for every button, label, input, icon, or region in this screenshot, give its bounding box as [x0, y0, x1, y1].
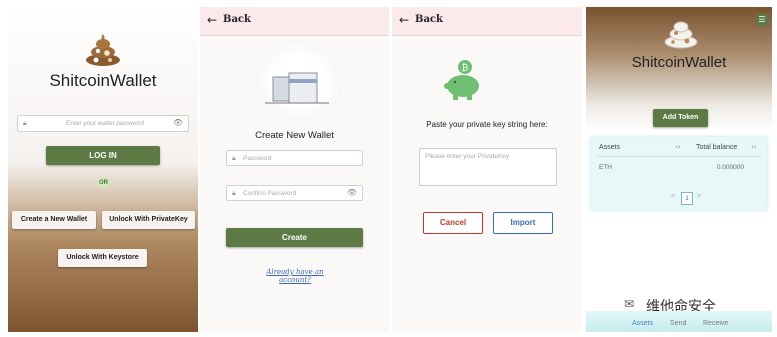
menu-icon: ☰ [758, 15, 766, 24]
bottom-nav: Assets Send Receive [586, 311, 772, 332]
current-page[interactable]: 1 [681, 192, 693, 205]
privatekey-placeholder: Please enter your PrivateKey [425, 153, 510, 160]
lock-icon: 🔒︎ [23, 119, 27, 127]
create-wallet-button[interactable]: Create a New Wallet [12, 211, 96, 229]
poop-logo-icon [86, 34, 120, 66]
assets-card: Assets ‹› Total balance ‹› ETH 0.000000 … [591, 137, 767, 210]
table-row[interactable]: ETH 0.000000 [597, 164, 761, 176]
back-arrow-icon[interactable]: ← [207, 13, 217, 27]
asset-cell: ETH [599, 164, 612, 171]
page-title: Create New Wallet [255, 130, 334, 141]
prompt-text: Paste your private key string here: [426, 120, 548, 129]
password-field[interactable]: 🔒︎ Enter your wallet password 👁︎ [17, 115, 189, 132]
app-title: ShitcoinWallet [631, 54, 727, 71]
prev-page-button[interactable]: < [671, 193, 675, 200]
password-placeholder: Enter your wallet password [66, 120, 145, 127]
assets-table: Assets ‹› Total balance ‹› ETH 0.000000 [597, 142, 761, 182]
eye-off-icon[interactable]: 👁︎ [173, 118, 183, 127]
create-wallet-screen: ← Back Create New Wallet 🔒︎ Password 🔒︎ … [200, 7, 389, 332]
or-badge: OR [97, 178, 110, 188]
poop-logo-icon [664, 21, 698, 49]
lock-icon: 🔒︎ [232, 189, 236, 197]
create-button[interactable]: Create [226, 228, 363, 247]
column-header-balance: Total balance [696, 144, 738, 151]
eye-off-icon[interactable]: 👁︎ [347, 188, 357, 197]
cancel-button[interactable]: Cancel [423, 212, 483, 234]
wechat-icon: ✉︎ [624, 297, 635, 311]
have-account-link[interactable]: Already have an account? [250, 268, 340, 284]
back-arrow-icon[interactable]: ← [399, 13, 409, 27]
wallet-screen: ☰ ShitcoinWallet Add Token Assets ‹› Tot… [586, 7, 772, 332]
unlock-keystore-button[interactable]: Unlock With Keystore [58, 249, 147, 267]
password-placeholder: Password [243, 155, 272, 162]
balance-cell: 0.000000 [716, 164, 744, 171]
back-button[interactable]: Back [223, 14, 251, 25]
next-page-button[interactable]: > [697, 193, 701, 200]
nav-item-receive[interactable]: Receive [703, 320, 728, 327]
nav-item-send[interactable]: Send [670, 320, 686, 327]
sort-icon[interactable]: ‹› [751, 143, 757, 151]
header-bar: ← Back [392, 7, 582, 36]
wallet-illustration-icon [265, 72, 329, 104]
add-token-button[interactable]: Add Token [653, 109, 708, 127]
menu-button[interactable]: ☰ [755, 13, 769, 27]
privatekey-textarea[interactable]: Please enter your PrivateKey [419, 148, 557, 186]
back-button[interactable]: Back [415, 14, 443, 25]
confirm-password-field[interactable]: 🔒︎ Confirm Password 👁︎ [226, 185, 363, 201]
login-button[interactable]: LOG IN [46, 146, 160, 165]
confirm-password-placeholder: Confirm Password [243, 190, 297, 197]
lock-icon: 🔒︎ [232, 154, 236, 162]
piggy-bank-icon: ₿ [444, 60, 479, 100]
pagination: < 1 > [669, 192, 709, 205]
header-bar: ← Back [200, 7, 389, 36]
password-field[interactable]: 🔒︎ Password [226, 150, 363, 166]
import-button[interactable]: Import [493, 212, 553, 234]
app-title: ShitcoinWallet [49, 71, 157, 90]
table-header: Assets ‹› Total balance ‹› [597, 142, 761, 157]
import-key-screen: ← Back ₿ Paste your private key string h… [392, 7, 582, 332]
sort-icon[interactable]: ‹› [675, 143, 681, 151]
nav-item-assets[interactable]: Assets [632, 320, 653, 327]
login-screen: ShitcoinWallet 🔒︎ Enter your wallet pass… [8, 7, 198, 332]
svg-text:₿: ₿ [462, 63, 469, 74]
column-header-assets: Assets [599, 144, 621, 151]
unlock-privatekey-button[interactable]: Unlock With PrivateKey [102, 211, 195, 229]
